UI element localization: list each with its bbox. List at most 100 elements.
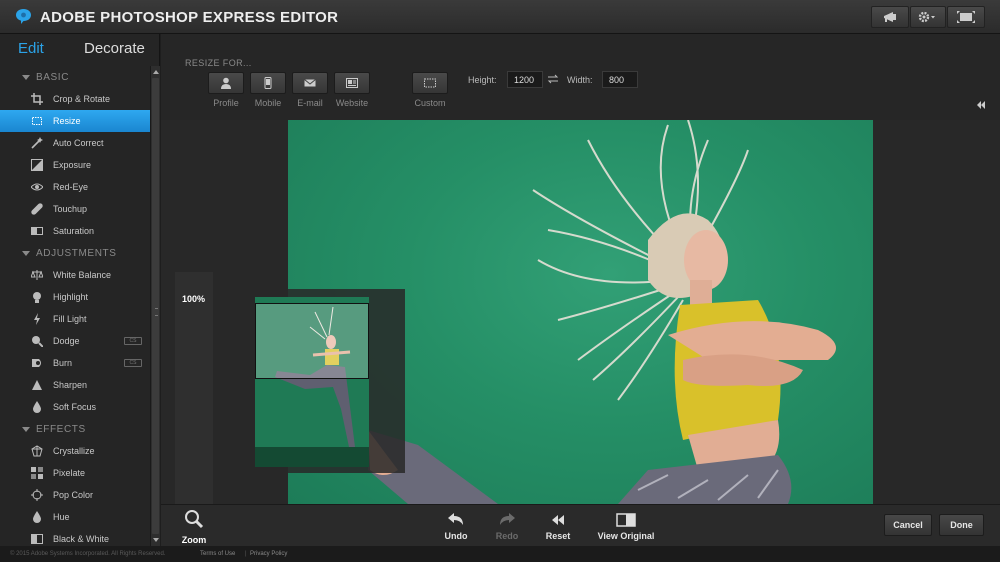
redo-icon <box>492 513 522 527</box>
tool-touchup[interactable]: Touchup <box>0 198 150 220</box>
tool-label: Soft Focus <box>53 402 97 412</box>
preset-custom-button[interactable] <box>412 72 448 94</box>
redo-label: Redo <box>495 531 519 541</box>
tool-dodge[interactable]: Dodge CS <box>0 330 150 352</box>
tool-list: BASIC Crop & Rotate Resize Auto Correct … <box>0 66 150 546</box>
section-adjustments-label: ADJUSTMENTS <box>36 247 117 259</box>
triangle-icon <box>31 379 43 391</box>
hue-icon <box>31 511 43 523</box>
preset-email-button[interactable] <box>292 72 328 94</box>
image-canvas[interactable]: 100% <box>161 120 1000 504</box>
bw-icon <box>31 533 43 545</box>
tool-red-eye[interactable]: Red-Eye <box>0 176 150 198</box>
undo-button[interactable]: Undo <box>441 513 471 541</box>
height-input[interactable]: 1200 <box>507 71 543 88</box>
tool-hue[interactable]: Hue <box>0 506 150 528</box>
undo-label: Undo <box>444 531 468 541</box>
swap-dimensions-icon[interactable] <box>547 74 559 84</box>
zoom-button[interactable]: Zoom <box>175 509 213 547</box>
section-basic[interactable]: BASIC <box>0 66 150 88</box>
scroll-thumb[interactable] <box>152 78 159 534</box>
width-label: Width: <box>567 75 593 85</box>
preset-profile-button[interactable] <box>208 72 244 94</box>
collapse-panel-icon[interactable] <box>976 100 986 110</box>
footer: © 2015 Adobe Systems Incorporated. All R… <box>0 546 1000 562</box>
grid-icon <box>31 467 43 479</box>
footer-separator: | <box>245 551 247 557</box>
drop-icon <box>31 401 43 413</box>
tool-pixelate[interactable]: Pixelate <box>0 462 150 484</box>
fullscreen-button[interactable] <box>947 6 985 28</box>
preset-custom-label: Custom <box>414 98 446 108</box>
lightning-icon <box>31 313 43 325</box>
tool-burn[interactable]: Burn CS <box>0 352 150 374</box>
tool-crystallize[interactable]: Crystallize <box>0 440 150 462</box>
creative-suite-badge: CS <box>124 359 142 367</box>
tool-saturation[interactable]: Saturation <box>0 220 150 242</box>
undo-icon <box>441 513 471 527</box>
collapse-triangle-icon <box>22 426 30 432</box>
scale-icon <box>30 269 44 281</box>
burn-icon <box>31 357 43 369</box>
reset-label: Reset <box>545 531 571 541</box>
reset-button[interactable]: Reset <box>543 513 573 541</box>
envelope-icon <box>304 79 316 87</box>
preset-mobile-button[interactable] <box>250 72 286 94</box>
tool-list-scrollbar[interactable] <box>150 66 160 546</box>
navigator-viewport-box[interactable] <box>255 303 369 379</box>
view-original-button[interactable]: View Original <box>595 513 657 541</box>
tool-highlight[interactable]: Highlight <box>0 286 150 308</box>
feedback-button[interactable] <box>871 6 909 28</box>
cancel-button[interactable]: Cancel <box>884 514 932 536</box>
tool-white-balance[interactable]: White Balance <box>0 264 150 286</box>
section-basic-label: BASIC <box>36 71 70 83</box>
exposure-icon <box>31 159 43 171</box>
photoshop-express-logo-icon <box>16 9 31 24</box>
fullscreen-icon <box>957 11 975 23</box>
tool-auto-correct[interactable]: Auto Correct <box>0 132 150 154</box>
webpage-icon <box>346 78 358 88</box>
magnifier-icon <box>185 510 204 529</box>
settings-button[interactable] <box>910 6 946 28</box>
tool-label: Red-Eye <box>53 182 89 192</box>
resize-icon <box>31 115 43 127</box>
tool-label: Dodge <box>53 336 80 346</box>
copyright-text: © 2015 Adobe Systems Incorporated. All R… <box>10 551 166 557</box>
bulb-icon <box>31 291 43 303</box>
tool-label: Resize <box>53 116 81 126</box>
redo-button[interactable]: Redo <box>492 513 522 541</box>
privacy-policy-link[interactable]: Privacy Policy <box>250 551 287 557</box>
tab-edit[interactable]: Edit <box>18 40 44 57</box>
tool-exposure[interactable]: Exposure <box>0 154 150 176</box>
tool-soft-focus[interactable]: Soft Focus <box>0 396 150 418</box>
collapse-triangle-icon <box>22 74 30 80</box>
person-icon <box>221 77 231 89</box>
section-effects[interactable]: EFFECTS <box>0 418 150 440</box>
section-adjustments[interactable]: ADJUSTMENTS <box>0 242 150 264</box>
preset-website-button[interactable] <box>334 72 370 94</box>
scroll-down-icon[interactable] <box>153 538 159 542</box>
tool-pop-color[interactable]: Pop Color <box>0 484 150 506</box>
crystal-icon <box>31 445 43 457</box>
collapse-triangle-icon <box>22 250 30 256</box>
scroll-up-icon[interactable] <box>153 70 159 74</box>
terms-of-use-link[interactable]: Terms of Use <box>200 551 235 557</box>
section-effects-label: EFFECTS <box>36 423 86 435</box>
tool-label: Pop Color <box>53 490 94 500</box>
tool-label: Burn <box>53 358 73 368</box>
zoom-strip <box>175 272 213 504</box>
tool-crop-rotate[interactable]: Crop & Rotate <box>0 88 150 110</box>
done-button[interactable]: Done <box>939 514 984 536</box>
tool-resize[interactable]: Resize <box>0 110 150 132</box>
tool-black-white[interactable]: Black & White <box>0 528 150 546</box>
width-input[interactable]: 800 <box>602 71 638 88</box>
tool-sharpen[interactable]: Sharpen <box>0 374 150 396</box>
tool-fill-light[interactable]: Fill Light <box>0 308 150 330</box>
tool-label: Touchup <box>53 204 88 214</box>
title-bar: ADOBE PHOTOSHOP EXPRESS EDITOR <box>0 0 1000 34</box>
compare-icon <box>595 513 657 527</box>
navigator-panel[interactable] <box>219 289 405 473</box>
tool-label: Highlight <box>53 292 89 302</box>
grip-icon <box>155 308 158 316</box>
tab-decorate[interactable]: Decorate <box>84 40 145 57</box>
